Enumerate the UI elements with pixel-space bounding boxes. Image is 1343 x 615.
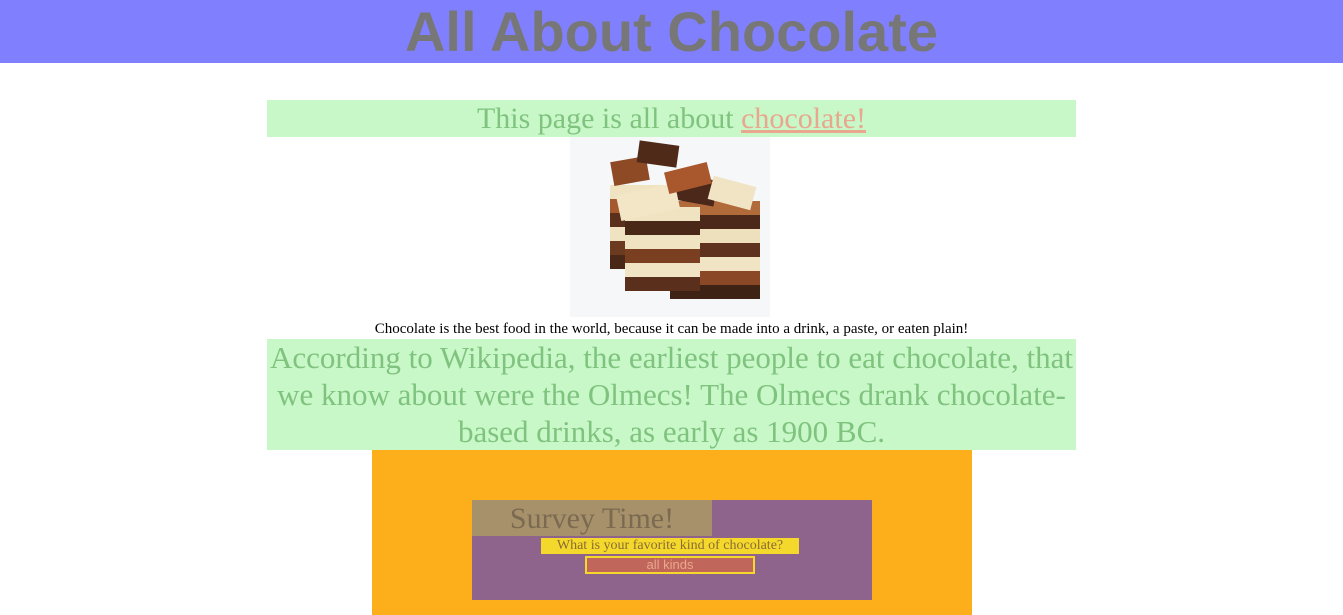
survey-section: Survey Time! What is your favorite kind …	[372, 450, 972, 615]
survey-question: What is your favorite kind of chocolate?	[541, 538, 799, 554]
chocolate-image	[570, 137, 770, 317]
survey-panel: Survey Time! What is your favorite kind …	[472, 500, 872, 600]
chocolate-stack-illustration	[610, 140, 760, 299]
favorite-chocolate-input[interactable]: all kinds	[585, 556, 755, 574]
intro-banner: This page is all about chocolate!	[267, 100, 1076, 137]
intro-text: This page is all about	[476, 102, 742, 135]
chocolate-link[interactable]: chocolate!	[741, 102, 866, 135]
wikipedia-fact: According to Wikipedia, the earliest peo…	[267, 339, 1076, 450]
survey-title: Survey Time!	[472, 500, 712, 536]
chocolate-caption: Chocolate is the best food in the world,…	[374, 321, 969, 337]
page-title: All About Chocolate	[404, 0, 938, 63]
page-header: All About Chocolate	[0, 0, 1343, 63]
